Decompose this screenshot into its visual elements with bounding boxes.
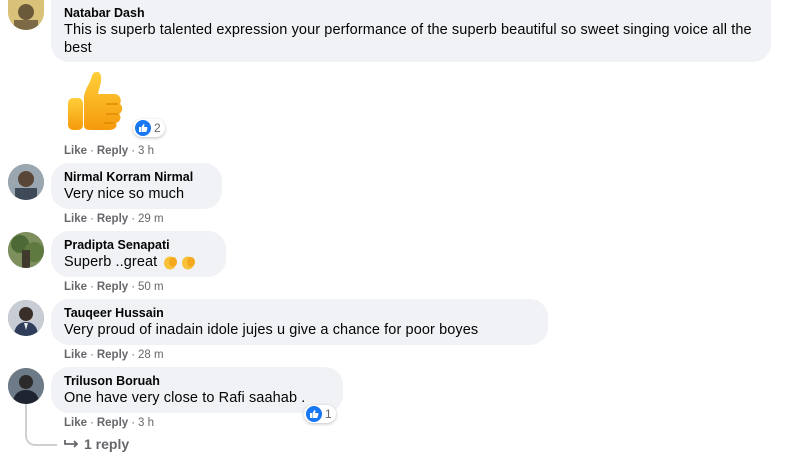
like-button[interactable]: Like	[64, 145, 87, 157]
separator-dot: ·	[90, 145, 94, 157]
separator-dot: ·	[90, 213, 94, 225]
like-button[interactable]: Like	[64, 213, 87, 225]
comment-author[interactable]: Triluson Boruah	[64, 374, 331, 389]
separator-dot: ·	[131, 145, 136, 157]
like-button[interactable]: Like	[64, 417, 87, 429]
comment-actions: Like · Reply · 29 m	[64, 212, 164, 226]
clapping-hands-emoji	[162, 254, 198, 270]
reply-button[interactable]: Reply	[97, 417, 128, 429]
avatar[interactable]	[8, 0, 44, 30]
like-button[interactable]: Like	[64, 281, 87, 293]
comment-actions: Like · Reply · 28 m	[64, 348, 164, 362]
avatar[interactable]	[8, 232, 44, 268]
comment-bubble: Pradipta Senapati Superb ..great	[51, 231, 226, 277]
comment-author[interactable]: Pradipta Senapati	[64, 238, 214, 253]
avatar[interactable]	[8, 368, 44, 404]
thumbs-up-sticker	[62, 68, 128, 132]
replies-count: 1 reply	[84, 436, 130, 452]
reply-thread-line	[25, 400, 57, 446]
like-thumb-icon	[306, 406, 322, 422]
like-button[interactable]: Like	[64, 349, 87, 361]
separator-dot: ·	[90, 417, 94, 429]
comment-text: One have very close to Rafi saahab .	[64, 390, 306, 406]
reply-button[interactable]: Reply	[97, 349, 128, 361]
avatar[interactable]	[8, 164, 44, 200]
comment-bubble: Nirmal Korram Nirmal Very nice so much	[51, 163, 222, 209]
reply-button[interactable]: Reply	[97, 145, 128, 157]
comment-bubble: Natabar Dash This is superb talented exp…	[51, 0, 771, 62]
reaction-count[interactable]: 1	[304, 405, 336, 423]
comment-actions: Like · Reply · 3 h	[64, 144, 154, 158]
comment-text: This is superb talented expression your …	[64, 22, 752, 56]
separator-dot: ·	[131, 417, 136, 429]
comment-actions: Like · Reply · 50 m	[64, 280, 164, 294]
comment-bubble: Tauqeer Hussain Very proud of inadain id…	[51, 299, 548, 345]
comment-author[interactable]: Nirmal Korram Nirmal	[64, 170, 210, 185]
comment-author[interactable]: Natabar Dash	[64, 6, 759, 21]
reply-button[interactable]: Reply	[97, 213, 128, 225]
reaction-count[interactable]: 2	[133, 119, 165, 137]
comment-text-row: Superb ..great	[64, 253, 214, 271]
comment-author[interactable]: Tauqeer Hussain	[64, 306, 536, 321]
comment-timestamp[interactable]: 3 h	[138, 145, 154, 157]
view-replies-link[interactable]: 1 reply	[64, 436, 129, 452]
comment-timestamp[interactable]: 28 m	[138, 349, 164, 361]
comment-text: Very proud of inadain idole jujes u give…	[64, 322, 479, 338]
reaction-count-value: 1	[325, 407, 332, 421]
comment-timestamp[interactable]: 29 m	[138, 213, 164, 225]
comment-bubble: Triluson Boruah One have very close to R…	[51, 367, 343, 413]
comment-timestamp[interactable]: 3 h	[138, 417, 154, 429]
comment-timestamp[interactable]: 50 m	[138, 281, 164, 293]
reply-arrow-icon	[64, 436, 80, 452]
comment-text: Superb ..great	[64, 254, 158, 270]
separator-dot: ·	[90, 281, 94, 293]
like-thumb-icon	[135, 120, 151, 136]
separator-dot: ·	[131, 281, 136, 293]
separator-dot: ·	[131, 213, 136, 225]
separator-dot: ·	[90, 349, 94, 361]
avatar[interactable]	[8, 300, 44, 336]
comment-text: Very nice so much	[64, 186, 185, 202]
reaction-count-value: 2	[154, 121, 161, 135]
separator-dot: ·	[131, 349, 136, 361]
comment-actions: Like · Reply · 3 h	[64, 416, 154, 430]
reply-button[interactable]: Reply	[97, 281, 128, 293]
